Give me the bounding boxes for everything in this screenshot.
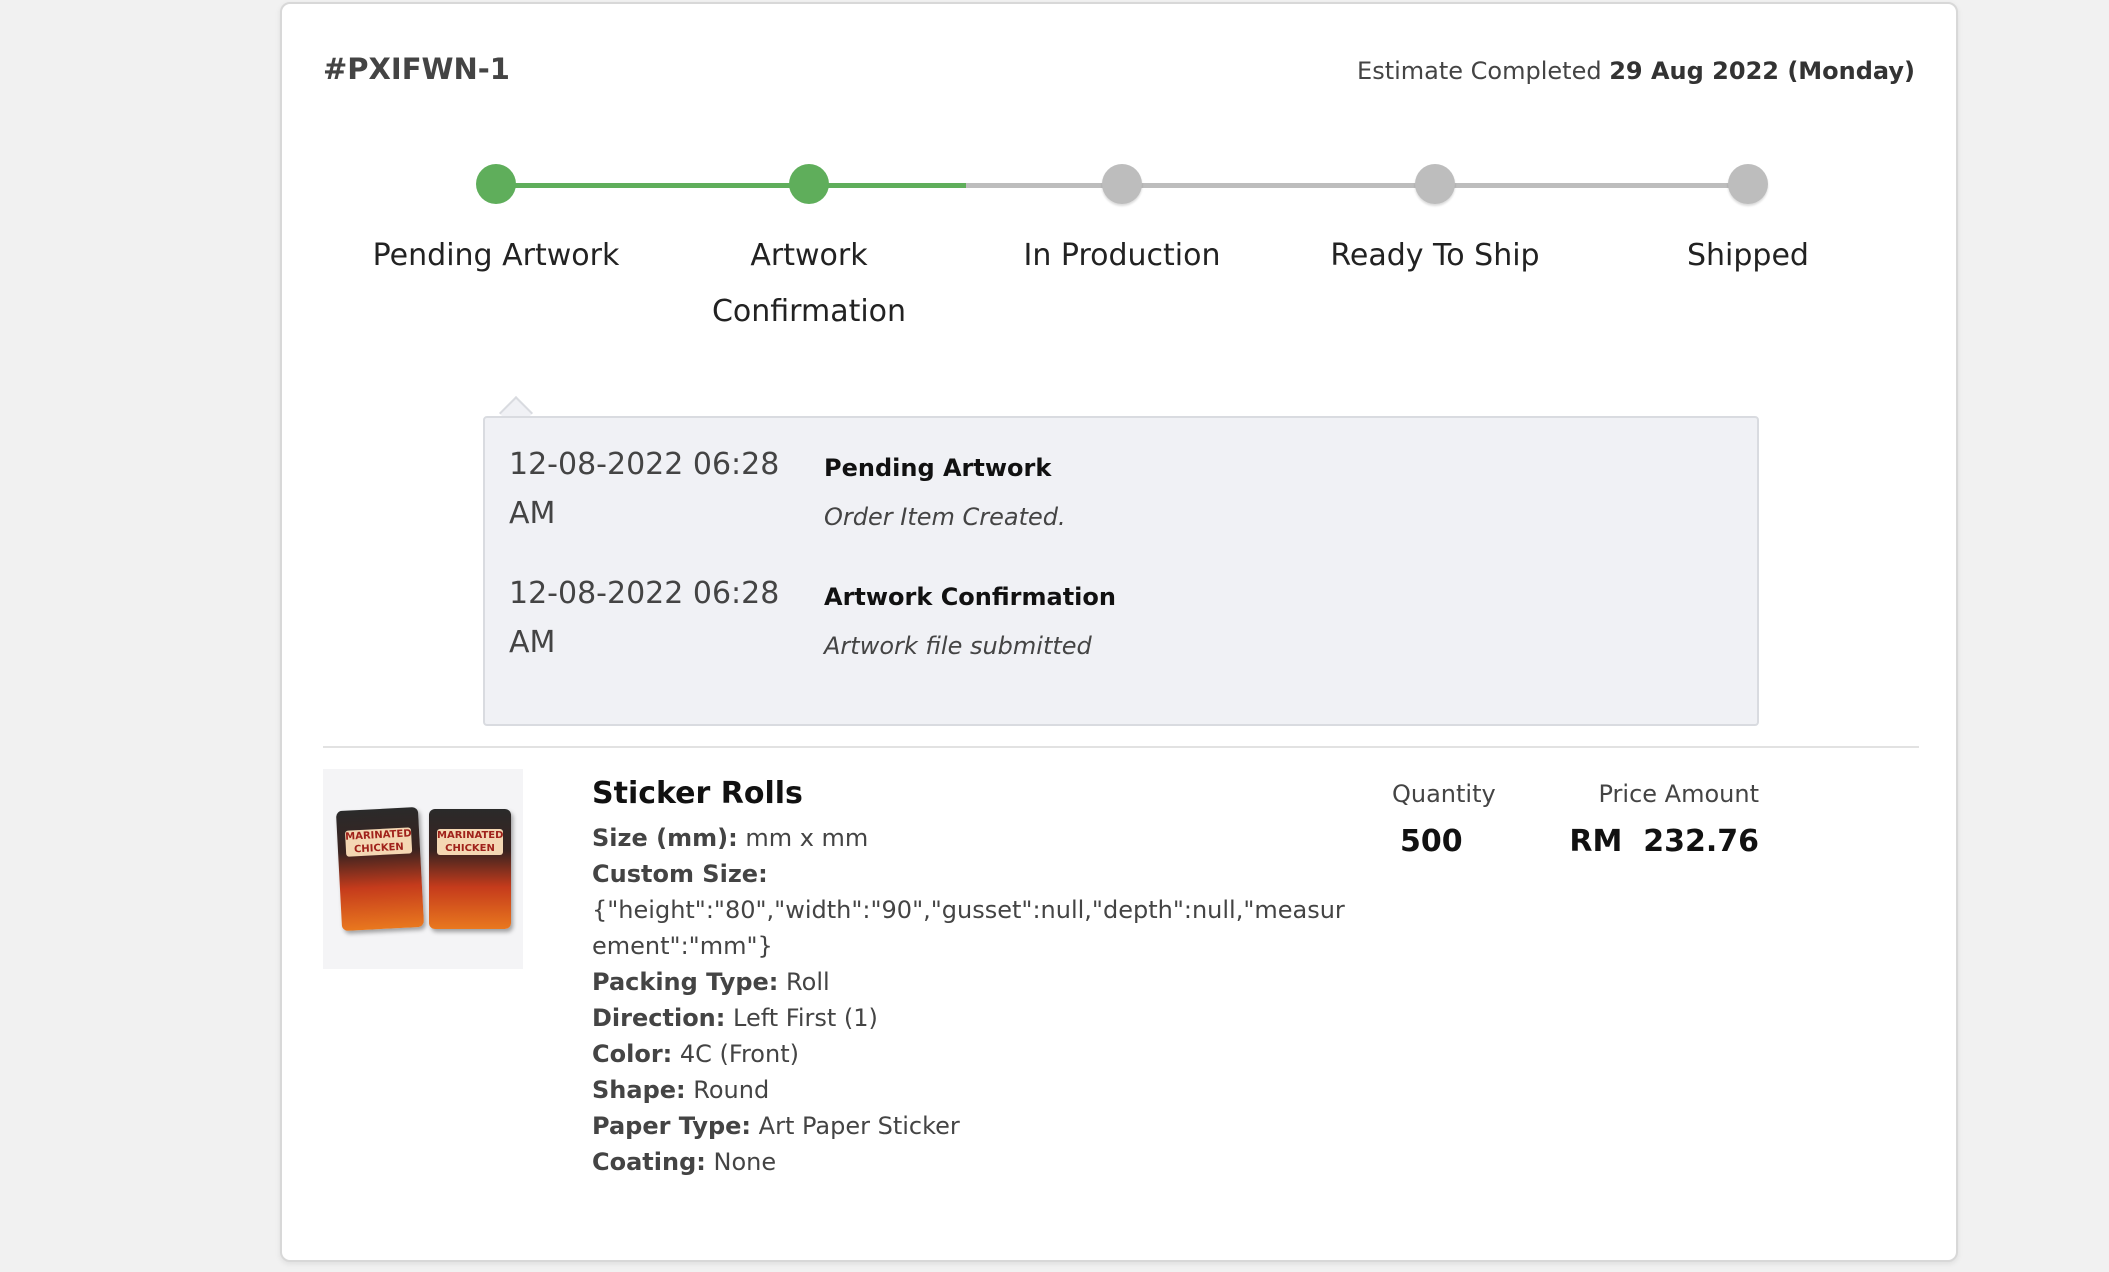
spec-key: Size (mm):: [592, 824, 738, 852]
spec-line: Direction: Left First (1): [592, 1000, 1352, 1036]
product-specs: Size (mm): mm x mm Custom Size: {"height":…: [592, 820, 1352, 1180]
step-dot: [1415, 164, 1455, 204]
spec-key: Shape:: [592, 1076, 686, 1104]
spec-value: Roll: [786, 968, 830, 996]
history-entry-time: 12-08-2022 06:28 AM: [509, 576, 780, 660]
spec-value: mm x mm: [745, 824, 869, 852]
section-divider: [323, 746, 1919, 748]
spec-line: Coating: None: [592, 1144, 1352, 1180]
spec-key: Color:: [592, 1040, 673, 1068]
spec-line: Paper Type: Art Paper Sticker: [592, 1108, 1352, 1144]
spec-value: Art Paper Sticker: [758, 1112, 960, 1140]
price-value: RM 232.76: [1569, 824, 1759, 859]
pouch-label: MARINATED CHICKEN: [437, 829, 504, 855]
step-label: Shipped: [1687, 238, 1809, 273]
step-label: Artwork Confirmation: [711, 238, 907, 329]
quantity-label: Quantity: [1392, 780, 1496, 808]
step-dot: [1102, 164, 1142, 204]
step-label: Pending Artwork: [372, 238, 620, 273]
product-title: Sticker Rolls: [592, 776, 803, 811]
price-amount: 232.76: [1643, 824, 1759, 859]
spec-line: Packing Type: Roll: [592, 964, 1352, 1000]
spec-key: Coating:: [592, 1148, 706, 1176]
history-entry-time: 12-08-2022 06:28 AM: [509, 447, 780, 531]
pouch-graphic: MARINATED CHICKEN: [429, 809, 511, 929]
price-currency: RM: [1569, 824, 1623, 859]
step-label: Ready To Ship: [1330, 238, 1540, 273]
step-dot: [476, 164, 516, 204]
pouch-label: MARINATED CHICKEN: [344, 827, 413, 857]
step-label: In Production: [1023, 238, 1221, 273]
spec-key: Packing Type:: [592, 968, 779, 996]
spec-key: Direction:: [592, 1004, 726, 1032]
spec-line: Custom Size: {"height":"80","width":"90",…: [592, 856, 1352, 964]
quantity-value: 500: [1400, 824, 1463, 859]
history-entry-description: Order Item Created.: [824, 503, 1066, 531]
progress-tracker: Pending Artwork Artwork Confirmation In Pr…: [282, 4, 1956, 344]
order-item-card: #PXIFWN-1 Estimate Completed 29 Aug 2022…: [280, 2, 1958, 1262]
spec-value: 4C (Front): [679, 1040, 799, 1068]
history-entry-title: Artwork Confirmation: [824, 583, 1116, 611]
spec-value: Round: [693, 1076, 770, 1104]
history-entry-description: Artwork file submitted: [824, 632, 1092, 660]
spec-value: Left First (1): [733, 1004, 878, 1032]
status-history-panel: 12-08-2022 06:28 AM Pending Artwork Orde…: [483, 416, 1759, 726]
spec-key: Custom Size:: [592, 860, 768, 888]
spec-line: Size (mm): mm x mm: [592, 820, 1352, 856]
spec-value: None: [713, 1148, 777, 1176]
spec-line: Color: 4C (Front): [592, 1036, 1352, 1072]
progress-track-fill: [496, 183, 966, 188]
price-label: Price Amount: [1598, 780, 1760, 808]
spec-key: Paper Type:: [592, 1112, 752, 1140]
step-dot: [789, 164, 829, 204]
step-dot: [1728, 164, 1768, 204]
history-entry-title: Pending Artwork: [824, 454, 1052, 482]
spec-value: {"height":"80","width":"90","gusset":nul…: [592, 896, 1345, 960]
pouch-graphic: MARINATED CHICKEN: [335, 806, 425, 932]
spec-line: Shape: Round: [592, 1072, 1352, 1108]
product-image: MARINATED CHICKEN MARINATED CHICKEN: [323, 769, 523, 969]
